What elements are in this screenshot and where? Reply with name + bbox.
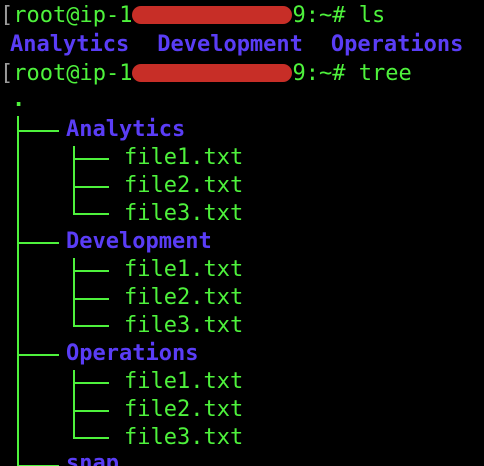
tree-dir-snap: snap bbox=[66, 451, 119, 466]
tree-file: file3.txt bbox=[124, 425, 244, 450]
ls-item-development: Development bbox=[157, 32, 303, 57]
ls-output: Analytics Development Operations bbox=[10, 31, 484, 59]
ls-item-analytics: Analytics bbox=[10, 32, 130, 57]
ls-item-operations: Operations bbox=[330, 32, 464, 57]
tree-file: file3.txt bbox=[124, 313, 244, 338]
tree-branch-line bbox=[73, 298, 109, 300]
tree-branch-line bbox=[17, 130, 59, 132]
prompt-line-2: [root@ip-1 9:~# tree bbox=[0, 60, 412, 88]
tree-file: file2.txt bbox=[124, 285, 244, 310]
tree-branch-line bbox=[73, 158, 109, 160]
prompt-suffix: 9:~# bbox=[292, 3, 359, 28]
tree-file: file2.txt bbox=[124, 397, 244, 422]
prompt-user-host: root@ip-1 bbox=[13, 61, 133, 86]
tree-trunk-line bbox=[17, 116, 19, 466]
tree-file: file1.txt bbox=[124, 369, 244, 394]
command-text: tree bbox=[358, 61, 412, 86]
prompt-user-host: root@ip-1 bbox=[13, 3, 133, 28]
command-text: ls bbox=[358, 3, 386, 28]
tree-branch-line bbox=[73, 410, 109, 412]
redacted-ip-mark bbox=[132, 64, 293, 82]
tree-branch-line bbox=[73, 437, 109, 439]
prompt-suffix: 9:~# bbox=[292, 61, 359, 86]
tree-branch-line bbox=[17, 354, 59, 356]
tree-dir-analytics: Analytics bbox=[66, 117, 186, 142]
tree-branch-line bbox=[73, 213, 109, 215]
prompt-bracket: [ bbox=[0, 3, 14, 28]
tree-file: file2.txt bbox=[124, 173, 244, 198]
terminal-window[interactable]: [root@ip-1 9:~# ls Analytics Development Op… bbox=[0, 0, 484, 466]
prompt-line-1: [root@ip-1 9:~# ls bbox=[0, 2, 385, 30]
tree-branch-line bbox=[73, 186, 109, 188]
prompt-bracket: [ bbox=[0, 61, 14, 86]
tree-branch-line bbox=[73, 382, 109, 384]
tree-subtrunk-line bbox=[73, 370, 75, 438]
tree-file: file3.txt bbox=[124, 201, 244, 226]
tree-dir-development: Development bbox=[66, 229, 212, 254]
tree-subtrunk-line bbox=[73, 146, 75, 214]
tree-subtrunk-line bbox=[73, 258, 75, 326]
tree-branch-line bbox=[73, 270, 109, 272]
redacted-ip-mark bbox=[132, 6, 293, 24]
tree-file: file1.txt bbox=[124, 145, 244, 170]
tree-file: file1.txt bbox=[124, 257, 244, 282]
tree-root: . bbox=[12, 87, 26, 112]
tree-branch-line bbox=[17, 242, 59, 244]
tree-branch-line bbox=[73, 325, 109, 327]
tree-dir-operations: Operations bbox=[66, 341, 199, 366]
